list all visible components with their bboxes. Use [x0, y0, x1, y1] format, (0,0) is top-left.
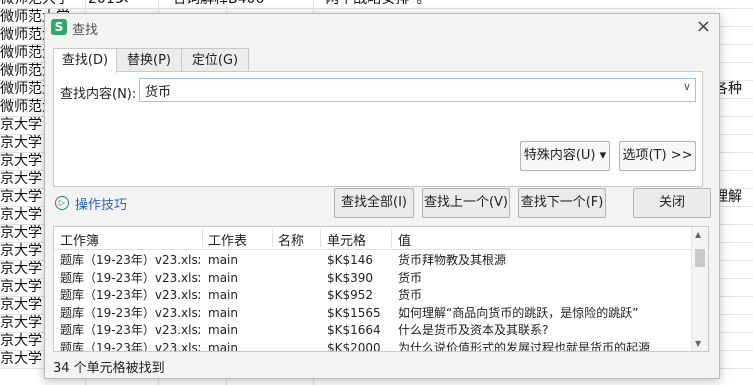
find-what-value: 货币: [145, 85, 172, 100]
result-cell: $K$390: [327, 270, 374, 285]
operation-tips-label: 操作技巧: [75, 198, 128, 213]
sheet-cell[interactable]: 京大学: [0, 350, 42, 368]
result-workbook: 题库（19-23年）v23.xlsx: [60, 305, 200, 320]
result-cell: $K$1565: [327, 305, 381, 320]
options-button[interactable]: 选项(T) >>: [619, 141, 696, 171]
find-panel: 查找内容(N): 货币 ∨ 特殊内容(U) ▾ 选项(T) >>: [53, 71, 703, 187]
scroll-thumb[interactable]: [695, 249, 705, 267]
header-divider: [391, 229, 392, 247]
chevron-down-icon[interactable]: ∨: [683, 80, 691, 93]
find-all-button[interactable]: 查找全部(I): [334, 188, 414, 218]
caret-down-icon: ▾: [599, 148, 607, 163]
result-worksheet: main: [208, 288, 238, 302]
close-icon[interactable]: ×: [696, 17, 711, 37]
dialog-title: 查找: [72, 23, 99, 38]
sheet-cell[interactable]: 京大学: [0, 188, 42, 206]
header-divider: [320, 229, 321, 247]
result-value: 货币: [398, 270, 423, 285]
header-value[interactable]: 值: [398, 230, 411, 249]
find-next-button[interactable]: 查找下一个(F): [518, 188, 606, 218]
sheet-cell[interactable]: 京大学: [0, 224, 42, 242]
sheet-cell[interactable]: 京大学: [0, 206, 42, 224]
sheet-cell[interactable]: 京大学: [0, 170, 42, 188]
status-text: 34 个单元格被找到: [53, 361, 165, 376]
result-cell: $K$1664: [327, 323, 381, 337]
sheet-cell[interactable]: B406: [228, 0, 264, 8]
result-value: 货币: [398, 288, 423, 302]
sheet-cell[interactable]: ×: [118, 0, 130, 8]
result-row[interactable]: 题库（19-23年）v23.xlsx main $K$146 货币拜物教及其根源: [54, 252, 692, 269]
sheet-cell[interactable]: 京大学: [0, 116, 42, 134]
result-row[interactable]: 题库（19-23年）v23.xlsx main $K$952 货币: [54, 287, 692, 304]
result-worksheet: main: [208, 270, 238, 285]
sheet-cell[interactable]: 名词解释: [172, 0, 228, 8]
result-value: 为什么说价值形式的发展过程也就是货币的起源: [398, 340, 651, 352]
special-content-label: 特殊内容(U): [523, 148, 596, 163]
play-circle-icon: ▷: [55, 196, 69, 210]
result-name: [278, 322, 318, 339]
result-row[interactable]: 题库（19-23年）v23.xlsx main $K$390 货币: [54, 270, 692, 287]
result-name: [278, 305, 318, 322]
result-workbook: 题库（19-23年）v23.xlsx: [60, 288, 200, 302]
result-worksheet: main: [208, 305, 238, 320]
sheet-cell[interactable]: 微师范大学: [0, 0, 70, 8]
header-worksheet[interactable]: 工作表: [208, 230, 247, 249]
result-name: [278, 270, 318, 287]
result-cell: $K$952: [327, 288, 374, 302]
sheet-cell[interactable]: 京大学: [0, 134, 42, 152]
result-worksheet: main: [208, 253, 238, 267]
scroll-up-icon[interactable]: ▲: [695, 230, 701, 239]
results-list[interactable]: 工作簿 工作表 名称 单元格 值 题库（19-23年）v23.xlsx main $…: [53, 226, 709, 352]
tab-replace[interactable]: 替换(P): [116, 48, 182, 72]
header-cell[interactable]: 单元格: [327, 230, 366, 249]
result-workbook: 题库（19-23年）v23.xlsx: [60, 323, 200, 337]
dialog-titlebar[interactable]: S 查找 ×: [45, 14, 719, 42]
sheet-cell[interactable]: 京大学: [0, 242, 42, 260]
sheet-cell[interactable]: “两个战略安排”。: [318, 0, 431, 8]
result-worksheet: main: [208, 323, 238, 337]
result-workbook: 题库（19-23年）v23.xlsx: [60, 253, 200, 267]
sheet-cell[interactable]: 京大学: [0, 314, 42, 332]
find-what-label: 查找内容(N):: [60, 87, 137, 102]
scroll-down-icon[interactable]: ▼: [695, 339, 701, 348]
header-divider: [202, 229, 203, 247]
sheet-cell[interactable]: 京大学: [0, 278, 42, 296]
special-content-button[interactable]: 特殊内容(U) ▾: [520, 141, 610, 171]
result-workbook: 题库（19-23年）v23.xlsx: [60, 270, 200, 285]
result-name: [278, 252, 318, 269]
close-button[interactable]: 关闭: [633, 188, 711, 218]
sheet-cell[interactable]: 京大学: [0, 152, 42, 170]
wps-spreadsheet-icon: S: [51, 19, 67, 35]
results-header: 工作簿 工作表 名称 单元格 值: [54, 227, 692, 250]
result-row[interactable]: 题库（19-23年）v23.xlsx main $K$1565 如何理解“商品向货币的…: [54, 305, 692, 322]
tab-find[interactable]: 查找(D): [53, 48, 117, 73]
result-cell: $K$146: [327, 253, 374, 267]
header-divider: [272, 229, 273, 247]
header-name[interactable]: 名称: [278, 230, 304, 249]
find-what-input[interactable]: 货币 ∨: [139, 78, 696, 102]
find-previous-button[interactable]: 查找上一个(V): [422, 188, 510, 218]
header-workbook[interactable]: 工作簿: [60, 230, 99, 249]
result-name: [278, 287, 318, 304]
results-scrollbar[interactable]: ▲ ▼: [691, 227, 708, 351]
result-worksheet: main: [208, 340, 238, 352]
sheet-cell[interactable]: 京大学: [0, 332, 42, 350]
sheet-cell[interactable]: 京大学: [0, 260, 42, 278]
result-value: 货币拜物教及其根源: [398, 253, 507, 267]
result-value: 什么是货币及资本及其联系?: [398, 323, 549, 337]
result-name: [278, 340, 318, 352]
result-cell: $K$2000: [327, 340, 381, 352]
result-value: 如何理解“商品向货币的跳跃，是惊险的跳跃”: [398, 305, 639, 320]
result-row[interactable]: 题库（19-23年）v23.xlsx main $K$1664 什么是货币及资本及其联…: [54, 322, 692, 339]
find-dialog: S 查找 × 查找(D) 替换(P) 定位(G) 查找内容(N): 货币 ∨ 特…: [44, 13, 720, 379]
sheet-cell[interactable]: 京大学: [0, 296, 42, 314]
result-workbook: 题库（19-23年）v23.xlsx: [60, 340, 200, 352]
tab-goto[interactable]: 定位(G): [181, 48, 249, 72]
result-row[interactable]: 题库（19-23年）v23.xlsx main $K$2000 为什么说价值形式的发展…: [54, 340, 692, 352]
